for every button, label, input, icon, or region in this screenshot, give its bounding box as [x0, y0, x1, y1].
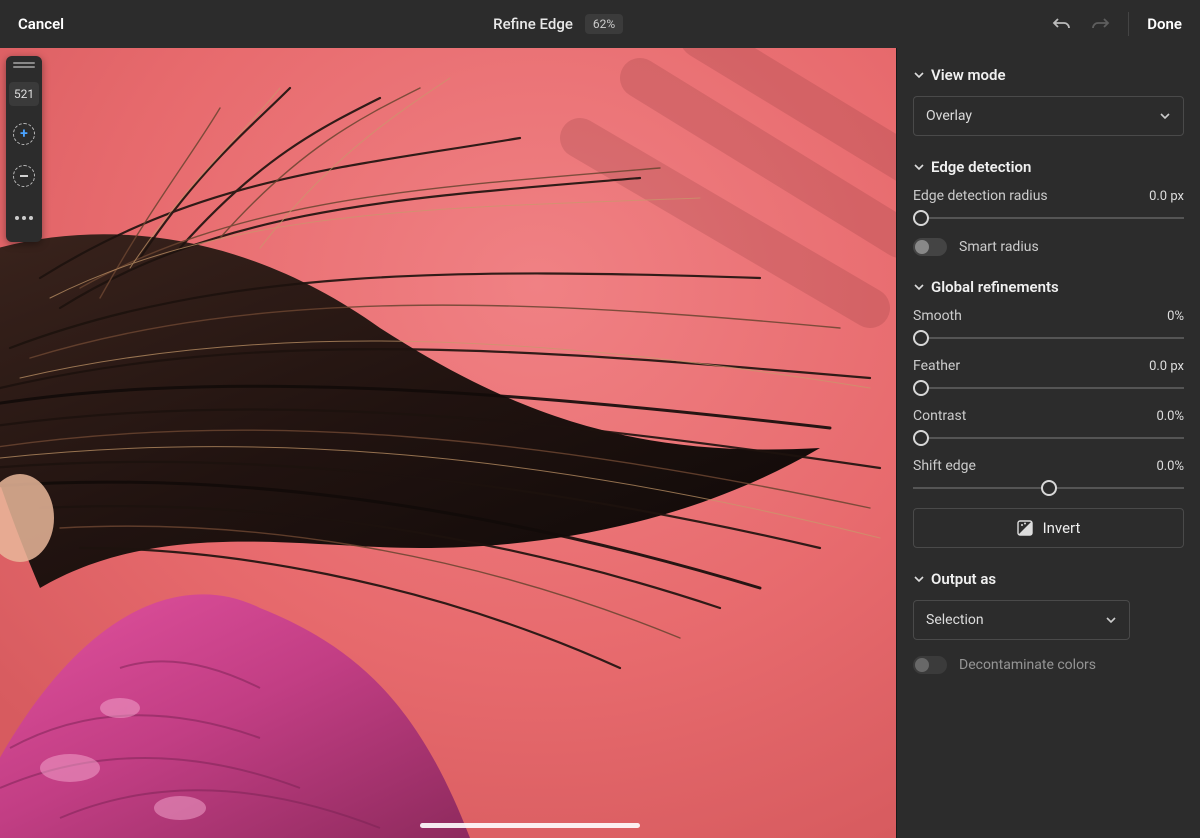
horizontal-scrollbar[interactable]	[420, 823, 640, 828]
feather-label: Feather	[913, 358, 960, 374]
output-header[interactable]: Output as	[913, 570, 1184, 588]
output-selected: Selection	[926, 612, 984, 628]
smooth-slider[interactable]	[913, 328, 1184, 348]
edge-radius-value: 0.0 px	[1149, 189, 1184, 204]
smooth-label: Smooth	[913, 308, 962, 324]
contrast-value: 0.0%	[1156, 409, 1184, 424]
output-section: Output as Selection Decontaminate colors	[913, 570, 1184, 674]
feather-slider[interactable]	[913, 378, 1184, 398]
undo-button[interactable]	[1052, 14, 1072, 34]
refine-edge-panel: View mode Overlay Edge detection Edge de…	[896, 48, 1200, 838]
zoom-level-badge[interactable]: 62%	[585, 14, 623, 34]
chevron-down-icon	[913, 573, 925, 585]
invert-button[interactable]: Invert	[913, 508, 1184, 548]
top-bar: Cancel Refine Edge 62% Done	[0, 0, 1200, 48]
chevron-down-icon	[1159, 110, 1171, 122]
canvas-image	[0, 48, 896, 838]
tool-strip: 521 +	[6, 56, 42, 242]
cancel-button[interactable]: Cancel	[18, 15, 64, 33]
invert-icon	[1017, 520, 1033, 536]
edge-radius-slider[interactable]	[913, 208, 1184, 228]
add-to-selection-tool[interactable]: +	[10, 120, 38, 148]
contrast-label: Contrast	[913, 408, 966, 424]
global-refinements-section: Global refinements Smooth 0% Feather 0.0…	[913, 278, 1184, 548]
chevron-down-icon	[1105, 614, 1117, 626]
view-mode-header[interactable]: View mode	[913, 66, 1184, 84]
chevron-down-icon	[913, 69, 925, 81]
chevron-down-icon	[913, 161, 925, 173]
decontaminate-toggle[interactable]	[913, 656, 947, 674]
shift-edge-value: 0.0%	[1156, 459, 1184, 474]
panel-title: Refine Edge	[493, 15, 573, 33]
drag-handle-icon[interactable]	[13, 62, 35, 68]
divider	[1128, 12, 1129, 36]
canvas[interactable]: 521 +	[0, 48, 896, 838]
dashed-circle-minus-icon	[13, 165, 35, 187]
contrast-slider[interactable]	[913, 428, 1184, 448]
global-refinements-header[interactable]: Global refinements	[913, 278, 1184, 296]
smooth-value: 0%	[1167, 309, 1184, 324]
shift-edge-label: Shift edge	[913, 458, 976, 474]
invert-label: Invert	[1043, 519, 1081, 537]
main-area: 521 + View mode	[0, 48, 1200, 838]
view-mode-selected: Overlay	[926, 108, 972, 124]
subtract-from-selection-tool[interactable]	[10, 162, 38, 190]
edge-detection-header[interactable]: Edge detection	[913, 158, 1184, 176]
redo-button[interactable]	[1090, 14, 1110, 34]
brush-size-field[interactable]: 521	[9, 82, 39, 106]
undo-icon	[1052, 16, 1072, 32]
decontaminate-label: Decontaminate colors	[959, 657, 1096, 673]
view-mode-title: View mode	[931, 66, 1006, 84]
dashed-circle-plus-icon: +	[13, 123, 35, 145]
more-tools-button[interactable]	[10, 204, 38, 232]
smart-radius-toggle[interactable]	[913, 238, 947, 256]
view-mode-dropdown[interactable]: Overlay	[913, 96, 1184, 136]
feather-value: 0.0 px	[1149, 359, 1184, 374]
more-icon	[15, 216, 33, 220]
edge-detection-section: Edge detection Edge detection radius 0.0…	[913, 158, 1184, 256]
chevron-down-icon	[913, 281, 925, 293]
redo-icon	[1090, 16, 1110, 32]
view-mode-section: View mode Overlay	[913, 66, 1184, 136]
smart-radius-label: Smart radius	[959, 239, 1039, 255]
output-title: Output as	[931, 570, 996, 588]
edge-detection-title: Edge detection	[931, 158, 1031, 176]
global-refinements-title: Global refinements	[931, 278, 1059, 296]
output-dropdown[interactable]: Selection	[913, 600, 1130, 640]
edge-radius-label: Edge detection radius	[913, 188, 1048, 204]
done-button[interactable]: Done	[1147, 15, 1182, 33]
shift-edge-slider[interactable]	[913, 478, 1184, 498]
